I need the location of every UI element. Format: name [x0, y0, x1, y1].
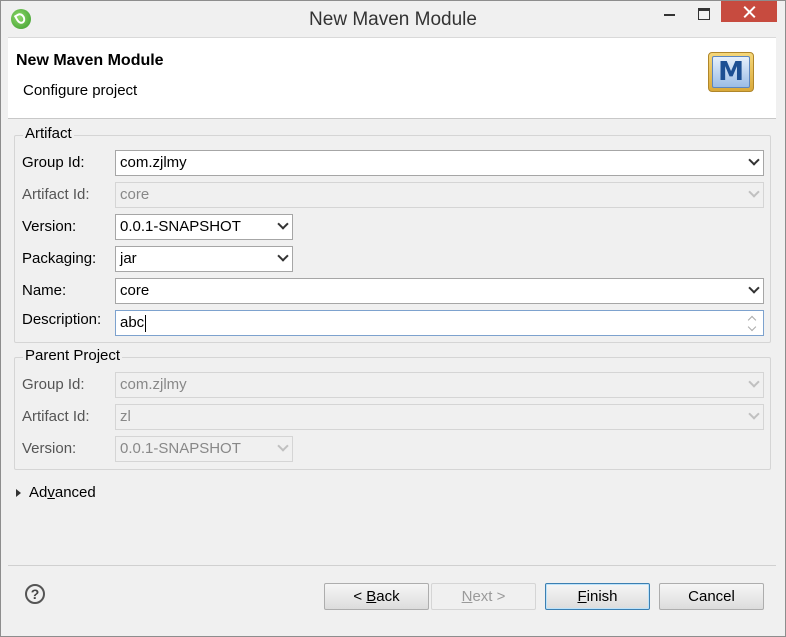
chevron-down-icon — [748, 186, 760, 198]
maven-icon: M — [708, 48, 754, 92]
chevron-down-icon[interactable] — [277, 218, 289, 230]
packaging-label: Packaging: — [22, 250, 97, 267]
minimize-button[interactable] — [653, 1, 687, 23]
footer-separator — [8, 565, 776, 566]
description-textarea[interactable]: abc — [115, 310, 764, 336]
wizard-subtitle: Configure project — [23, 82, 138, 99]
close-button[interactable] — [721, 1, 777, 22]
chevron-down-icon — [748, 376, 760, 388]
packaging-combo[interactable]: jar — [115, 246, 293, 272]
name-combo[interactable]: core — [115, 278, 764, 304]
description-value[interactable]: abc — [120, 314, 147, 332]
wizard-title: New Maven Module — [16, 52, 164, 69]
text-caret — [145, 314, 147, 332]
version-value: 0.0.1-SNAPSHOT — [120, 218, 241, 235]
packaging-value: jar — [120, 250, 137, 267]
maximize-button[interactable] — [687, 1, 721, 23]
header-separator — [8, 118, 776, 119]
artifact-id-combo: core — [115, 182, 764, 208]
parent-artifact-id-label: Artifact Id: — [22, 408, 90, 425]
parent-version-combo: 0.0.1-SNAPSHOT — [115, 436, 293, 462]
chevron-down-icon[interactable] — [748, 282, 760, 294]
back-button[interactable]: < Back — [324, 583, 429, 610]
parent-group-id-combo: com.zjlmy — [115, 372, 764, 398]
group-id-label: Group Id: — [22, 154, 85, 171]
group-id-combo[interactable]: com.zjlmy — [115, 150, 764, 176]
advanced-label[interactable]: Advanced — [29, 484, 96, 501]
wizard-header: New Maven Module Configure project M — [8, 37, 776, 118]
description-label: Description: — [22, 311, 102, 328]
chevron-down-icon — [748, 408, 760, 420]
finish-button[interactable]: Finish — [545, 583, 650, 610]
chevron-down-icon[interactable] — [277, 250, 289, 262]
parent-group-id-value: com.zjlmy — [120, 376, 187, 393]
cancel-button[interactable]: Cancel — [659, 583, 764, 610]
artifact-group-label: Artifact — [23, 125, 74, 142]
next-button[interactable]: Next > — [431, 583, 536, 610]
help-icon[interactable]: ? — [25, 584, 45, 604]
name-label: Name: — [22, 282, 67, 299]
scroll-arrows-icon[interactable] — [747, 313, 757, 333]
artifact-id-label: Artifact Id: — [22, 186, 90, 203]
expand-triangle-icon[interactable] — [16, 489, 21, 497]
parent-project-group-label: Parent Project — [23, 347, 123, 364]
parent-group-id-label: Group Id: — [22, 376, 85, 393]
parent-artifact-id-value: zl — [120, 408, 131, 425]
version-combo[interactable]: 0.0.1-SNAPSHOT — [115, 214, 293, 240]
parent-artifact-id-combo: zl — [115, 404, 764, 430]
version-label: Version: — [22, 218, 77, 235]
artifact-id-value: core — [120, 186, 150, 203]
chevron-down-icon — [277, 440, 289, 452]
chevron-down-icon[interactable] — [748, 154, 760, 166]
name-value: core — [120, 282, 150, 299]
title-bar[interactable]: New Maven Module — [1, 1, 785, 38]
parent-version-label: Version: — [22, 440, 77, 457]
parent-version-value: 0.0.1-SNAPSHOT — [120, 440, 241, 457]
maven-icon-letter: M — [718, 57, 744, 87]
group-id-value: com.zjlmy — [120, 154, 187, 171]
